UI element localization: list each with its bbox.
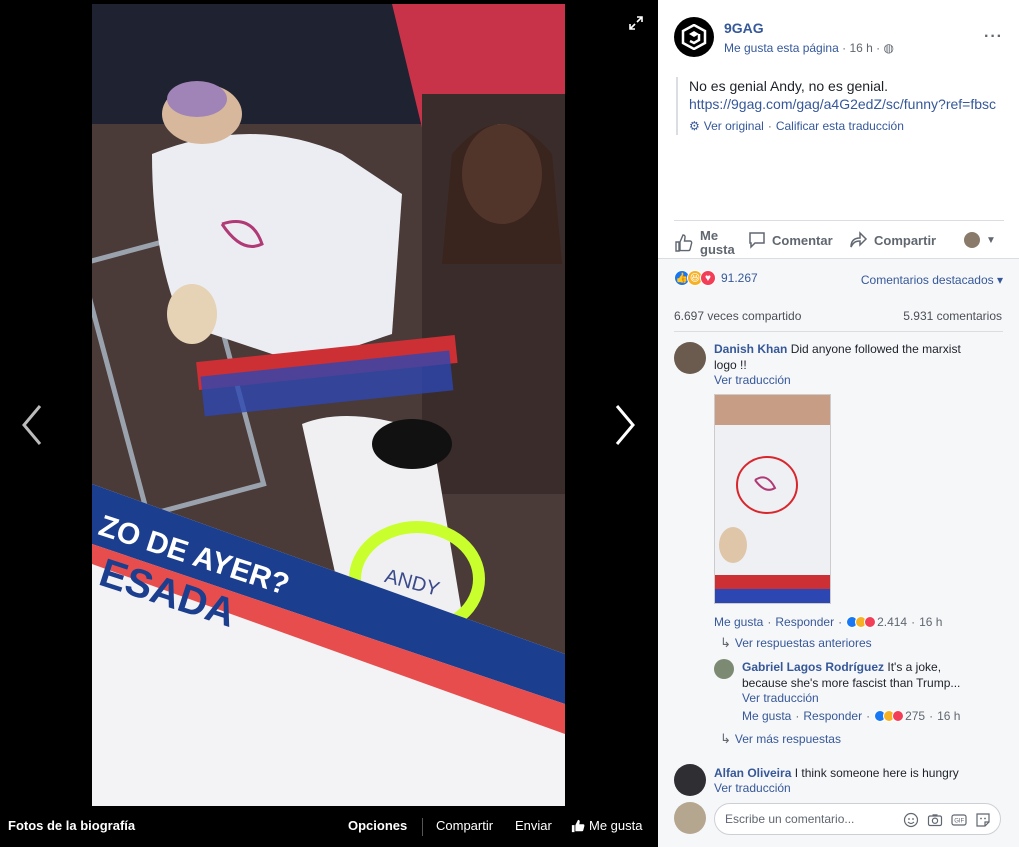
comment-meta: Me gusta · Responder · 2.414 · 16 h: [714, 615, 943, 629]
post-link[interactable]: https://9gag.com/gag/a4G2edZ/sc/funny?re…: [689, 95, 1006, 113]
gear-icon[interactable]: ⚙: [689, 117, 700, 135]
chevron-right-icon: [615, 405, 635, 445]
caret-down-icon: ▾: [996, 273, 1003, 287]
globe-icon: ◍: [883, 41, 894, 55]
reaction-icons: [846, 616, 877, 628]
like-button[interactable]: Me gusta: [674, 224, 735, 262]
reply-author[interactable]: Gabriel Lagos Rodríguez: [742, 660, 884, 674]
footer-divider: [422, 818, 423, 836]
love-reaction-icon: ♥: [700, 270, 716, 286]
reactions-summary[interactable]: 👍 😆 ♥ 91.267: [674, 270, 758, 286]
comment-author[interactable]: Danish Khan: [714, 342, 787, 356]
page-avatar[interactable]: [674, 17, 714, 57]
reaction-icons: [874, 710, 905, 722]
share-label: Compartir: [874, 232, 937, 248]
reply-time[interactable]: 16 h: [937, 709, 960, 723]
see-original-link[interactable]: Ver original: [704, 117, 764, 135]
post-actions: Me gusta Comentar Compartir ▼: [674, 220, 1004, 258]
send-button[interactable]: Enviar: [515, 818, 552, 833]
post-meta: Me gusta esta página · 16 h · ◍: [724, 41, 894, 55]
more-replies-link[interactable]: Ver más respuestas: [735, 732, 841, 746]
like-label: Me gusta: [700, 229, 735, 257]
divider: [674, 331, 1003, 332]
previous-replies-row[interactable]: ↳ Ver respuestas anteriores: [720, 635, 872, 651]
comment-icon: [749, 232, 765, 249]
comments-section: 👍 😆 ♥ 91.267 Comentarios destacados ▾ 6.…: [658, 258, 1019, 847]
shares-count[interactable]: 6.697 veces compartido: [674, 309, 801, 323]
reply-meta: Me gusta · Responder · 275 · 16 h: [742, 709, 961, 723]
comment-author[interactable]: Alfan Oliveira: [714, 766, 791, 780]
see-translation-link[interactable]: Ver traducción: [714, 781, 791, 795]
like-label-line2: gusta: [700, 242, 735, 257]
9gag-logo-icon: [681, 24, 707, 50]
chevron-left-icon: [22, 405, 42, 445]
thumbs-up-icon: [571, 819, 585, 832]
comment-body: Alfan Oliveira I think someone here is h…: [714, 765, 994, 781]
expand-fullscreen-icon[interactable]: [628, 15, 644, 31]
avatar[interactable]: [674, 802, 706, 834]
like-page-link[interactable]: Me gusta esta página: [724, 41, 839, 55]
like-photo-button[interactable]: Me gusta: [571, 818, 642, 833]
reply-like-link[interactable]: Me gusta: [742, 709, 791, 723]
gif-icon[interactable]: GIF: [951, 812, 967, 828]
previous-replies-link[interactable]: Ver respuestas anteriores: [735, 636, 872, 650]
reaction-count[interactable]: 91.267: [721, 271, 758, 285]
comment-input[interactable]: [725, 812, 895, 826]
sort-comments-dropdown[interactable]: Comentarios destacados ▾: [861, 273, 1003, 287]
see-translation-link[interactable]: Ver traducción: [742, 691, 819, 705]
more-options-icon[interactable]: ···: [984, 28, 1003, 46]
comments-count[interactable]: 5.931 comentarios: [903, 309, 1002, 323]
comment-button[interactable]: Comentar: [748, 221, 833, 259]
emoji-icon[interactable]: [903, 812, 919, 828]
sticker-icon[interactable]: [975, 812, 991, 828]
comment-image[interactable]: [714, 394, 831, 604]
camera-icon[interactable]: [927, 812, 943, 828]
comment-composer[interactable]: GIF: [714, 803, 1001, 835]
post-photo[interactable]: ANDY ZO DE AYER? ESADA: [92, 4, 565, 806]
see-translation-link[interactable]: Ver traducción: [714, 373, 791, 387]
caret-down-icon: ▼: [986, 234, 996, 246]
reply-reaction-count[interactable]: 275: [905, 709, 925, 723]
previous-photo-button[interactable]: [18, 400, 48, 450]
reply-reply-link[interactable]: Responder: [803, 709, 862, 723]
post-panel: 9GAG Me gusta esta página · 16 h · ◍ ···…: [658, 0, 1019, 847]
album-title[interactable]: Fotos de la biografía: [8, 818, 135, 833]
share-post-button[interactable]: Compartir: [850, 221, 936, 259]
comment-text: I think someone here is hungry: [794, 766, 959, 780]
like-label-line1: Me: [700, 228, 719, 243]
comment-body: Danish Khan Did anyone followed the marx…: [714, 341, 984, 373]
avatar[interactable]: [674, 342, 706, 374]
viewer-footer: Fotos de la biografía Opciones Compartir…: [0, 806, 658, 847]
post-time[interactable]: 16 h: [849, 41, 872, 55]
post-body: No es genial Andy, no es genial. https:/…: [676, 77, 1006, 135]
sort-label: Comentarios destacados: [860, 273, 994, 287]
reply-arrow-icon: ↳: [720, 635, 731, 650]
page-name-link[interactable]: 9GAG: [724, 20, 764, 36]
svg-text:GIF: GIF: [954, 819, 964, 825]
avatar: [964, 232, 980, 248]
comment-label: Comentar: [772, 232, 833, 248]
rate-translation-link[interactable]: Calificar esta traducción: [776, 117, 904, 135]
reply-arrow-icon: ↳: [720, 731, 731, 746]
more-replies-row[interactable]: ↳ Ver más respuestas: [720, 731, 841, 747]
comment-time[interactable]: 16 h: [919, 615, 942, 629]
comment-like-link[interactable]: Me gusta: [714, 615, 763, 629]
thumbs-up-icon: [675, 234, 693, 252]
avatar[interactable]: [674, 764, 706, 796]
reply-body: Gabriel Lagos Rodríguez It's a joke, bec…: [742, 659, 982, 691]
post-text: No es genial Andy, no es genial.: [689, 78, 888, 94]
comment-reply-link[interactable]: Responder: [775, 615, 834, 629]
options-button[interactable]: Opciones: [348, 818, 407, 833]
translation-row: ⚙ Ver original · Calificar esta traducci…: [689, 117, 904, 135]
next-photo-button[interactable]: [609, 400, 639, 450]
share-icon: [850, 231, 868, 248]
like-photo-label: Me gusta: [589, 818, 643, 833]
avatar[interactable]: [714, 659, 734, 679]
share-button[interactable]: Compartir: [436, 818, 493, 833]
post-as-selector[interactable]: ▼: [964, 221, 996, 259]
photo-viewer: ANDY ZO DE AYER? ESADA Fotos de la biogr…: [0, 0, 658, 847]
comment-reaction-count[interactable]: 2.414: [877, 615, 907, 629]
